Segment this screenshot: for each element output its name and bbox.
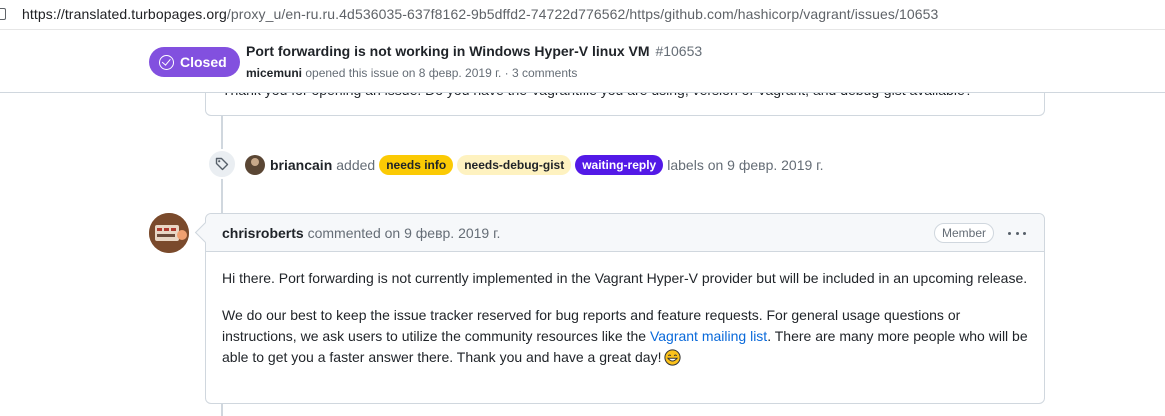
comment-header: chrisroberts commented on 9 февр. 2019 г…: [206, 214, 1044, 252]
comment-paragraph-2: We do our best to keep the issue tracker…: [222, 305, 1030, 372]
smile-emoji-icon: [664, 349, 682, 372]
comment-author[interactable]: chrisroberts: [222, 225, 304, 241]
event-actor[interactable]: briancain: [270, 157, 332, 173]
comment-paragraph-1: Hi there. Port forwarding is not current…: [222, 270, 1028, 286]
comment-body: Hi there. Port forwarding is not current…: [222, 268, 1030, 388]
lock-icon: [0, 8, 6, 20]
issue-number: #10653: [655, 43, 703, 59]
url-host: https://translated.turbopages.org: [22, 6, 227, 22]
mailing-list-link[interactable]: Vagrant mailing list: [650, 328, 767, 344]
comment-box: chrisroberts commented on 9 февр. 2019 г…: [205, 213, 1045, 404]
issue-state-label: Closed: [180, 54, 227, 70]
issue-header: Closed Port forwarding is not working in…: [0, 30, 1165, 93]
label-waiting-reply[interactable]: waiting-reply: [575, 155, 664, 175]
url-path: /proxy_u/en-ru.ru.4d536035-637f8162-9b5d…: [226, 6, 939, 22]
label-needs-debug-gist[interactable]: needs-debug-gist: [457, 155, 572, 175]
check-circle-icon: [159, 54, 174, 70]
issue-title-line: Port forwarding is not working in Window…: [246, 43, 702, 59]
issue-author-link[interactable]: micemuni: [246, 66, 302, 80]
label-needs-info[interactable]: needs info: [379, 155, 454, 175]
avatar[interactable]: [245, 155, 265, 175]
comment-action[interactable]: commented on 9 февр. 2019 г.: [308, 225, 501, 241]
issue-meta: micemuni opened this issue on 8 февр. 20…: [246, 66, 577, 80]
issue-state-badge: Closed: [149, 47, 240, 77]
comment-header-text: chrisroberts commented on 9 февр. 2019 г…: [222, 225, 500, 241]
more-options-icon[interactable]: [1006, 223, 1028, 243]
issue-title: Port forwarding is not working in Window…: [246, 43, 650, 59]
member-badge: Member: [934, 223, 995, 243]
avatar[interactable]: [149, 213, 189, 253]
address-bar[interactable]: https://translated.turbopages.org/proxy_…: [0, 0, 1165, 30]
event-verb: added: [336, 157, 376, 173]
tag-icon: [207, 149, 237, 179]
issue-meta-text: opened this issue on 8 февр. 2019 г. · 3…: [305, 66, 578, 80]
label-event: briancain added needs info needs-debug-g…: [245, 154, 823, 176]
event-suffix: labels on 9 февр. 2019 г.: [667, 157, 824, 173]
url-text[interactable]: https://translated.turbopages.org/proxy_…: [22, 6, 938, 22]
